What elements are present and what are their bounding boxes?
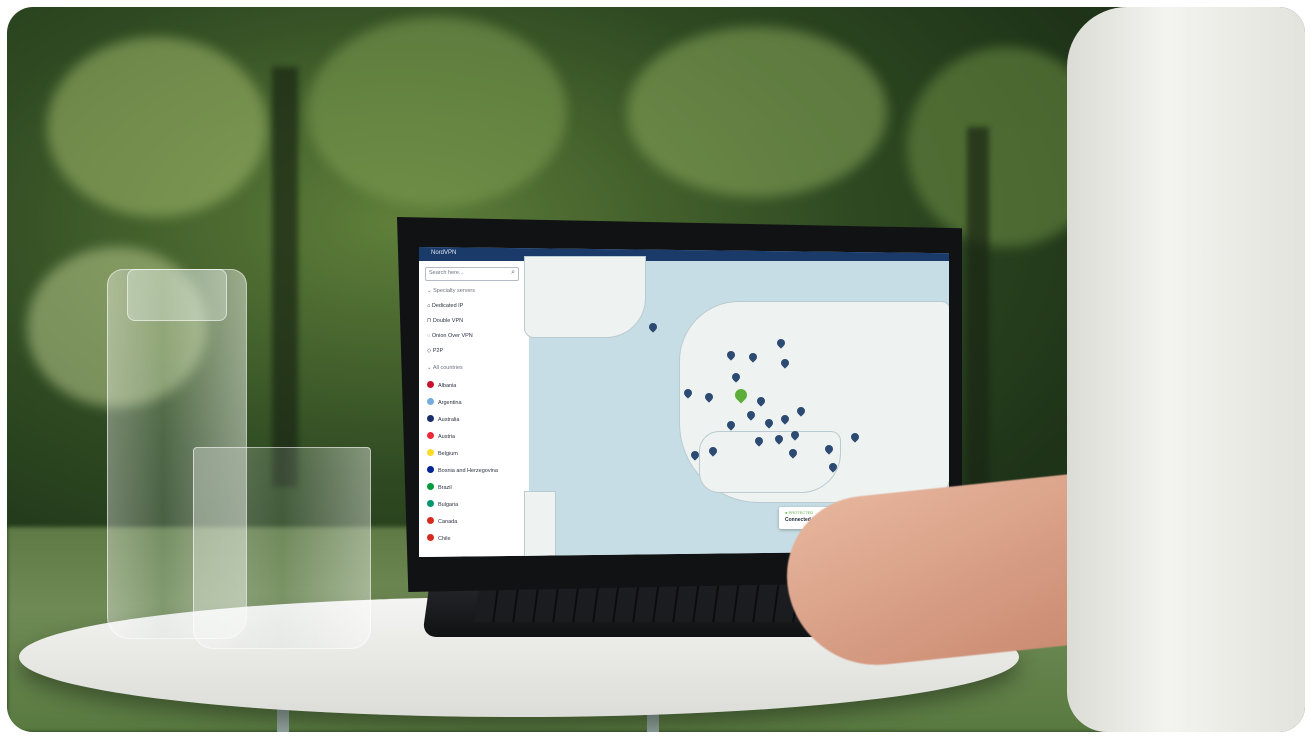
flag-icon	[427, 398, 434, 405]
flag-icon	[427, 483, 434, 490]
home-icon: ⌂	[427, 303, 431, 309]
flag-icon	[427, 415, 434, 422]
foliage-bokeh	[307, 17, 567, 207]
sidebar-item-double-vpn[interactable]: ⊓ Double VPN	[427, 318, 463, 324]
country-item[interactable]: Bosnia and Herzegovina	[427, 466, 498, 474]
foliage-bokeh	[627, 27, 887, 197]
section-all-countries[interactable]: ⌄ All countries	[427, 365, 463, 371]
country-item[interactable]: Australia	[427, 415, 459, 423]
map-land	[524, 256, 646, 338]
search-placeholder: Search here...	[429, 270, 464, 276]
flag-icon	[427, 500, 434, 507]
p2p-icon: ◇	[427, 348, 432, 354]
flag-icon	[427, 466, 434, 473]
map-land	[699, 431, 841, 493]
search-input[interactable]: Search here... ⌕	[425, 267, 519, 281]
country-item[interactable]: Bulgaria	[427, 500, 458, 508]
tree-trunk	[272, 67, 298, 487]
country-item[interactable]: Chile	[427, 534, 451, 542]
sidebar-item-p2p[interactable]: ◇ P2P	[427, 348, 443, 354]
protected-label: ● PROTECTED	[785, 510, 814, 515]
server-pin[interactable]	[647, 321, 659, 333]
country-item[interactable]: Albania	[427, 381, 456, 389]
sidebar-item-dedicated-ip[interactable]: ⌂ Dedicated IP	[427, 303, 463, 309]
country-item[interactable]: Argentina	[427, 398, 462, 406]
flag-icon	[427, 381, 434, 388]
search-icon: ⌕	[511, 269, 515, 276]
country-item[interactable]: Canada	[427, 517, 457, 525]
map-land	[524, 491, 556, 557]
photo-frame: NordVPN Search here... ⌕ ⌄ Specialty ser…	[7, 7, 1305, 732]
country-item[interactable]: Austria	[427, 432, 455, 440]
server-sidebar: Search here... ⌕ ⌄ Specialty servers ⌂ D…	[419, 261, 529, 557]
foliage-bokeh	[47, 37, 267, 217]
water-glass	[193, 447, 371, 649]
tree-trunk	[967, 127, 989, 487]
country-item[interactable]: Brazil	[427, 483, 452, 491]
onion-icon: ◌	[427, 333, 431, 339]
section-specialty[interactable]: ⌄ Specialty servers	[427, 288, 475, 294]
lock-icon: ⊓	[427, 318, 432, 324]
flag-icon	[427, 517, 434, 524]
carafe-neck	[127, 269, 227, 321]
app-title: NordVPN	[431, 250, 457, 256]
flag-icon	[427, 534, 434, 541]
sidebar-item-onion[interactable]: ◌ Onion Over VPN	[427, 333, 473, 339]
country-item[interactable]: Belgium	[427, 449, 458, 457]
flag-icon	[427, 449, 434, 456]
person-sleeve	[1067, 7, 1305, 732]
flag-icon	[427, 432, 434, 439]
